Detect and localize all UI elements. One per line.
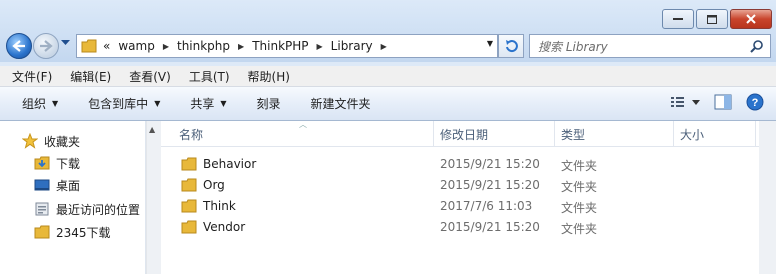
scroll-up-arrow-icon[interactable]: ▲ (149, 125, 155, 134)
navigation-pane: 收藏夹 下载 桌面 最近访问的位置 2345下载 (0, 121, 146, 274)
maximize-button[interactable] (696, 9, 728, 29)
minimize-icon (673, 18, 683, 20)
breadcrumb-arrow-icon[interactable]: ▶ (317, 42, 323, 51)
folder-icon (181, 157, 197, 171)
file-name-cell: Vendor (181, 220, 245, 234)
dropdown-caret-icon: ▼ (220, 99, 227, 108)
desktop-icon (34, 179, 50, 191)
view-controls: ? (670, 93, 764, 111)
address-overflow[interactable]: « (103, 39, 118, 53)
folder-icon (81, 39, 97, 53)
back-button[interactable] (6, 33, 32, 59)
nav-recent-places[interactable]: 最近访问的位置 (34, 200, 140, 218)
column-divider[interactable] (755, 121, 756, 146)
column-divider[interactable] (554, 121, 555, 146)
column-type[interactable]: 类型 (561, 126, 585, 143)
back-arrow-icon (12, 40, 25, 52)
command-bar: 组织 ▼ 包含到库中 ▼ 共享 ▼ 刻录 新建文件夹 ? (0, 87, 776, 121)
file-type: 文件夹 (561, 180, 598, 194)
dropdown-caret-icon: ▼ (154, 99, 161, 108)
column-size[interactable]: 大小 (680, 126, 704, 143)
window-controls (662, 9, 772, 29)
forward-arrow-icon (40, 40, 53, 52)
file-type: 文件夹 (561, 222, 598, 236)
forward-button[interactable] (33, 33, 59, 59)
file-date: 2015/9/21 15:20 (440, 157, 540, 171)
minimize-button[interactable] (662, 9, 694, 29)
burn-button[interactable]: 刻录 (257, 95, 281, 112)
share-button[interactable]: 共享 ▼ (190, 95, 226, 112)
menu-view[interactable]: 查看(V) (117, 68, 177, 85)
folder-icon (181, 178, 197, 192)
nav-scrollbar[interactable]: ▲ (146, 121, 162, 274)
menu-help[interactable]: 帮助(H) (236, 68, 296, 85)
download-folder-icon (34, 156, 50, 170)
address-segment-library[interactable]: Library ▶ (331, 39, 395, 53)
search-icon (750, 40, 763, 53)
refresh-icon (506, 40, 518, 53)
new-folder-button[interactable]: 新建文件夹 (311, 95, 371, 112)
table-row[interactable]: Behavior 2015/9/21 15:20 文件夹 (161, 154, 776, 174)
table-row[interactable]: Think 2017/7/6 11:03 文件夹 (161, 196, 776, 216)
address-bar[interactable]: « wamp ▶ thinkphp ▶ ThinkPHP ▶ Library ▶ ▼ (76, 34, 498, 58)
close-icon (746, 14, 756, 24)
address-segment-thinkphp[interactable]: thinkphp ▶ (177, 39, 252, 53)
address-dropdown-icon[interactable]: ▼ (487, 39, 493, 48)
sort-indicator-icon: ︿ (299, 120, 307, 129)
menu-edit[interactable]: 编辑(E) (58, 68, 117, 85)
help-icon[interactable]: ? (746, 93, 764, 111)
view-options-icon[interactable] (670, 95, 700, 109)
maximize-icon (707, 14, 717, 24)
refresh-button[interactable] (498, 34, 524, 58)
table-row[interactable]: Org 2015/9/21 15:20 文件夹 (161, 175, 776, 195)
file-date: 2017/7/6 11:03 (440, 199, 533, 213)
file-name-cell: Org (181, 178, 225, 192)
column-name[interactable]: 名称 (179, 126, 203, 143)
breadcrumb-arrow-icon[interactable]: ▶ (238, 42, 244, 51)
file-name-cell: Behavior (181, 157, 256, 171)
search-input[interactable]: 搜索 Library (529, 34, 771, 58)
svg-text:?: ? (752, 97, 759, 109)
column-date[interactable]: 修改日期 (440, 126, 488, 143)
file-type: 文件夹 (561, 159, 598, 173)
address-segment-wamp[interactable]: wamp ▶ (118, 39, 177, 53)
close-button[interactable] (730, 9, 772, 29)
menu-file[interactable]: 文件(F) (0, 68, 58, 85)
file-date: 2015/9/21 15:20 (440, 178, 540, 192)
file-list-scrollbar[interactable] (759, 121, 776, 274)
file-name-cell: Think (181, 199, 236, 213)
address-segment-thinkphp-dir[interactable]: ThinkPHP ▶ (252, 39, 330, 53)
nav-favorites[interactable]: 收藏夹 (22, 132, 80, 150)
folder-icon (181, 220, 197, 234)
include-library-button[interactable]: 包含到库中 ▼ (88, 95, 160, 112)
recent-places-icon (35, 202, 49, 216)
column-divider[interactable] (433, 121, 434, 146)
nav-downloads[interactable]: 下载 (34, 154, 80, 172)
file-list: ︿ 名称 修改日期 类型 大小 Behavior 2015/9/21 15:20… (161, 120, 776, 274)
menu-tools[interactable]: 工具(T) (177, 68, 236, 85)
star-icon (22, 133, 38, 149)
table-row[interactable]: Vendor 2015/9/21 15:20 文件夹 (161, 217, 776, 237)
nav-desktop[interactable]: 桌面 (34, 176, 80, 194)
column-divider[interactable] (673, 121, 674, 146)
title-bar: « wamp ▶ thinkphp ▶ ThinkPHP ▶ Library ▶ ▼ 搜… (0, 0, 776, 62)
column-headers: ︿ 名称 修改日期 类型 大小 (161, 120, 776, 147)
folder-icon (181, 199, 197, 213)
recent-pages-dropdown-icon[interactable] (61, 40, 70, 46)
menu-bar: 文件(F) 编辑(E) 查看(V) 工具(T) 帮助(H) (0, 66, 776, 87)
breadcrumb-arrow-icon[interactable]: ▶ (163, 42, 169, 51)
breadcrumb-arrow-icon[interactable]: ▶ (381, 42, 387, 51)
nav-2345-downloads[interactable]: 2345下载 (34, 223, 111, 241)
file-type: 文件夹 (561, 201, 598, 215)
dropdown-caret-icon: ▼ (52, 99, 59, 108)
preview-pane-icon[interactable] (714, 94, 732, 110)
folder-icon (34, 225, 50, 239)
file-date: 2015/9/21 15:20 (440, 220, 540, 234)
organize-button[interactable]: 组织 ▼ (22, 95, 58, 112)
